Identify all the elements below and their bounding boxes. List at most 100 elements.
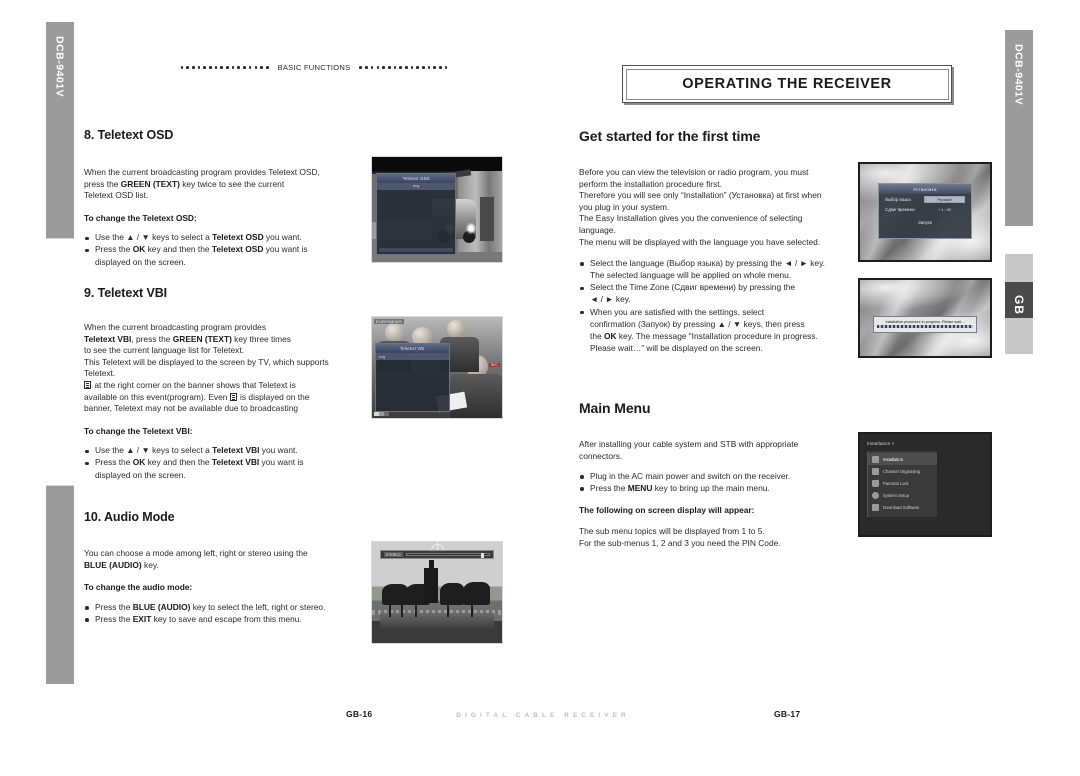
subheading-change-audio-mode: To change the audio mode: <box>84 582 193 593</box>
left-tab-model-label: DCB-9401V <box>53 36 66 98</box>
dialog-row-timezone[interactable]: Сдвиг времени + 1 : 00 <box>879 205 971 214</box>
dialog-row-value[interactable]: + 1 : 00 <box>924 207 965 212</box>
left-side-tab-column: DCB-9401V <box>46 0 74 776</box>
para-line-8: banner, Teletext may not be available du… <box>84 403 299 414</box>
bullet-text-tail: key to save and escape from this menu. <box>151 613 302 624</box>
scene-horse-leg <box>470 602 473 617</box>
running-head-dots-left <box>180 66 269 69</box>
bullet-list-main-menu: Plug in the AC main power and switch on … <box>579 471 861 495</box>
dialog-row-label: Сдвиг времени <box>885 207 915 213</box>
scene-headlight <box>466 224 475 233</box>
menu-item-system-setup[interactable]: System Setup <box>868 489 937 501</box>
dialog-row-language[interactable]: Выбор языка Русский <box>879 194 971 205</box>
bullet-item: Press the OK key and then the Teletext O… <box>84 244 374 256</box>
key-blue-audio: BLUE (AUDIO) <box>132 601 191 612</box>
bullet-list-get-started: Select the language (Выбор языка) by pre… <box>579 258 861 354</box>
bullet-list-teletext-osd: Use the ▲ / ▼ keys to select a Teletext … <box>84 232 374 268</box>
key-blue-audio: BLUE (AUDIO) <box>84 559 142 570</box>
paragraph-audio-mode: You can choose a mode among left, right … <box>84 548 376 571</box>
teletext-icon <box>84 381 91 389</box>
bullet-text: Press the <box>95 457 133 468</box>
para-line-1: After installing your cable system and S… <box>579 439 799 449</box>
right-page: OPERATING THE RECEIVER Get started for t… <box>574 0 1000 776</box>
paragraph-teletext-osd: When the current broadcasting program pr… <box>84 167 374 202</box>
right-tab-light-band-b <box>1005 318 1033 354</box>
paragraph-get-started: Before you can view the television or ra… <box>579 167 861 248</box>
term-teletext-vbi: Teletext VBI <box>84 333 132 344</box>
bullet-continuation: The selected language will be applied on… <box>590 270 792 281</box>
installation-icon <box>872 455 879 463</box>
para-line-5: Teletext. <box>84 368 116 379</box>
scene-horse-leg <box>400 602 403 617</box>
menu-breadcrumb: Installation > <box>867 441 895 446</box>
easy-installation-dialog[interactable]: Установка Выбор языка Русский Сдвиг врем… <box>878 183 972 239</box>
paragraph-main-menu-tail: The sub menu topics will be displayed fr… <box>579 526 861 549</box>
bullet-continuation: the OK key. The message “Installation pr… <box>579 331 861 343</box>
bullet-item: Use the ▲ / ▼ keys to select a Teletext … <box>84 232 374 244</box>
section-get-started: Get started for the first time Before yo… <box>579 128 861 355</box>
left-tab-model-band: DCB-9401V <box>46 22 74 238</box>
audio-mode-slider-handle[interactable] <box>481 553 485 559</box>
osd-list-item[interactable]: eng <box>375 353 449 361</box>
bullet-item: Press the MENU key to bring up the main … <box>579 483 861 495</box>
audio-mode-slider[interactable] <box>405 553 491 559</box>
bullet-list-audio-mode: Press the BLUE (AUDIO) key to select the… <box>84 602 376 626</box>
para-line-2a: press the <box>84 178 121 189</box>
osd-panel-title: Teletext OSD <box>376 173 456 183</box>
right-tab-language-band[interactable]: GB <box>1005 282 1033 318</box>
figure-main-menu-screenshot: Installation > Installation Channel Orga… <box>858 432 992 537</box>
para-line-1: You can choose a mode among left, right … <box>84 548 308 558</box>
key-green-text: GREEN (TEXT) <box>172 333 232 344</box>
bullet-continuation: ◄ / ► key. <box>590 294 631 305</box>
dialog-title: Установка <box>879 184 971 195</box>
menu-item-download-software[interactable]: Download Software <box>868 501 937 513</box>
para-line-1: When the current broadcasting program pr… <box>84 322 267 332</box>
bullet-text: Press the <box>95 613 133 624</box>
para-line-7: The menu will be displayed with the lang… <box>579 236 821 247</box>
bullet-item: Press the OK key and then the Teletext V… <box>84 457 376 469</box>
scene-person-head <box>447 320 466 339</box>
osd-teletext-panel[interactable]: Teletext OSD eng <box>375 172 457 255</box>
dialog-row-value[interactable]: Русский <box>924 196 965 204</box>
bullet-continuation: confirmation (Запуок) by pressing ▲ / ▼ … <box>590 318 805 329</box>
osd-list-item[interactable]: eng <box>376 182 456 190</box>
left-tab-white-band <box>46 238 74 486</box>
menu-item-parental-lock[interactable]: Parental Lock <box>868 477 937 489</box>
corner-tag: REC <box>488 363 500 368</box>
key-ok: OK <box>132 244 146 255</box>
scene-horse-leg <box>388 602 391 617</box>
bullet-list-teletext-vbi: Use the ▲ / ▼ keys to select a Teletext … <box>84 445 376 481</box>
chapter-banner: OPERATING THE RECEIVER <box>622 65 952 103</box>
menu-item-channel-organising[interactable]: Channel Organising <box>868 465 937 477</box>
right-tab-white-gap <box>1005 226 1033 254</box>
cont-text-tail: key. The message “Installation procedure… <box>616 330 818 341</box>
subheading-change-teletext-vbi: To change the Teletext VBI: <box>84 425 193 436</box>
para-line-4: you plug in your system. <box>579 201 670 212</box>
osd-teletext-vbi-panel[interactable]: Teletext VBI eng <box>374 343 450 412</box>
page-number-right: GB-17 <box>774 709 801 719</box>
dialog-confirm-button[interactable]: Запуск <box>879 214 971 230</box>
bullet-continuation: displayed on the screen. <box>95 469 186 480</box>
para-line-6: language. <box>579 224 616 235</box>
section-main-menu: Main Menu After installing your cable sy… <box>579 400 861 550</box>
para-line-4: This Teletext will be displayed to the s… <box>84 356 329 367</box>
para-line-7b: is displayed on the <box>237 391 310 402</box>
cont-text: the <box>590 330 604 341</box>
audio-mode-bar[interactable]: STEREO <box>379 550 495 560</box>
right-tab-model-band: DCB-9401V <box>1005 30 1033 226</box>
bullet-emphasis: Teletext VBI <box>211 457 260 468</box>
bullet-item: Use the ▲ / ▼ keys to select a Teletext … <box>84 445 376 457</box>
para-line-7a: available on this event(program). Even <box>84 391 230 402</box>
scene-horse-leg <box>447 602 450 617</box>
bullet-text-tail: key to bring up the main menu. <box>652 483 770 494</box>
bullet-text-mid: key and then the <box>145 457 212 468</box>
figure-easy-installation-screenshot: Установка Выбор языка Русский Сдвиг врем… <box>858 162 992 262</box>
menu-item-installation[interactable]: Installation <box>868 453 938 465</box>
para-line-6: at the right corner on the banner shows … <box>92 379 296 390</box>
key-ok: OK <box>603 330 617 341</box>
scene-chariot <box>424 568 439 603</box>
para-line-5: The Easy Installation gives you the conv… <box>579 213 803 224</box>
tail-line-2: For the sub-menus 1, 2 and 3 you need th… <box>579 538 781 549</box>
subheading-change-teletext-osd: To change the Teletext OSD: <box>84 212 197 223</box>
bullet-item: Plug in the AC main power and switch on … <box>579 471 861 483</box>
